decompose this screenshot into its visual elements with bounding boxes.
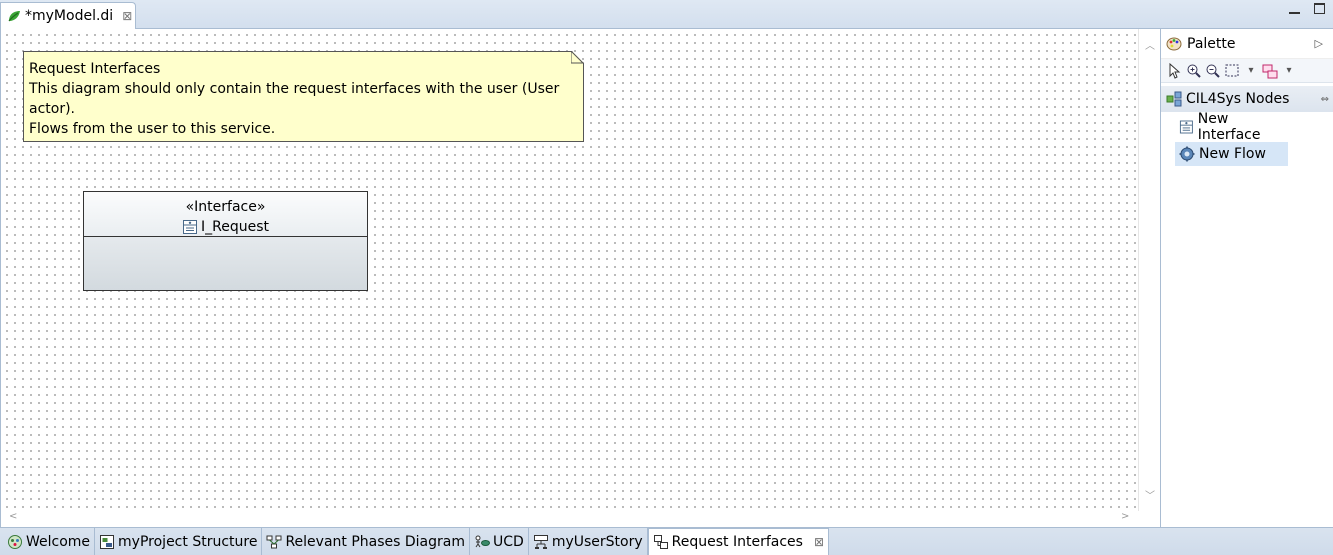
- marquee-select-icon[interactable]: [1224, 63, 1240, 79]
- collapse-triangle-icon[interactable]: ▷: [1315, 37, 1323, 50]
- comment-note[interactable]: Request Interfaces This diagram should o…: [23, 51, 584, 142]
- palette-panel: Palette ▷ ▾ ▾ CIL4Sys Nodes ⇔ New Interf…: [1160, 29, 1333, 527]
- scroll-corner: [1138, 511, 1160, 527]
- note-line-2: Flows from the user to this service.: [29, 121, 276, 137]
- structure-icon: [100, 534, 115, 549]
- tab-label: myUserStory: [551, 533, 643, 550]
- interface-node[interactable]: «Interface» I_Request: [83, 191, 368, 291]
- scroll-down-icon[interactable]: ﹀: [1145, 487, 1155, 502]
- phases-icon: [266, 535, 282, 548]
- tab-relevant-phases-diagram[interactable]: Relevant Phases Diagram: [262, 528, 470, 555]
- palette-title: Palette: [1187, 35, 1236, 52]
- tab-label: myProject Structure: [118, 533, 258, 550]
- palette-entry-new-interface[interactable]: New Interface: [1175, 111, 1288, 143]
- maximize-icon[interactable]: [1314, 3, 1325, 14]
- welcome-icon: [8, 534, 22, 549]
- interface-icon: [1179, 120, 1193, 134]
- palette-entry-label: New Flow: [1199, 146, 1266, 162]
- usecase-icon: [475, 535, 490, 547]
- tab-request-interfaces[interactable]: Request Interfaces ⊠: [647, 528, 829, 555]
- interface-name: I_Request: [201, 219, 269, 235]
- zoom-out-icon[interactable]: [1205, 63, 1221, 79]
- note-fold-corner: [571, 51, 584, 64]
- dropdown-arrow-icon[interactable]: ▾: [1281, 63, 1297, 79]
- interface-icon: [183, 220, 197, 234]
- note-line-1: This diagram should only contain the req…: [29, 81, 560, 117]
- palette-header[interactable]: Palette ▷: [1161, 29, 1333, 59]
- vertical-scrollbar[interactable]: ︿ ﹀: [1138, 29, 1160, 511]
- scroll-left-icon[interactable]: <: [9, 511, 17, 522]
- tab-label: UCD: [493, 533, 524, 550]
- palette-toolbar: ▾ ▾: [1161, 59, 1333, 83]
- tab-ucd[interactable]: UCD: [470, 528, 529, 555]
- select-arrow-icon[interactable]: [1167, 62, 1183, 79]
- palette-entry-new-flow[interactable]: New Flow: [1175, 142, 1288, 166]
- dropdown-arrow-icon[interactable]: ▾: [1243, 63, 1259, 79]
- interface-name-row: I_Request: [182, 217, 269, 237]
- zoom-in-icon[interactable]: [1186, 63, 1202, 79]
- window-controls: [1289, 3, 1325, 14]
- scroll-up-icon[interactable]: ︿: [1145, 37, 1155, 52]
- close-icon[interactable]: ⊠: [122, 9, 132, 23]
- tab-label: Request Interfaces: [671, 534, 803, 550]
- note-title: Request Interfaces: [29, 61, 161, 77]
- palette-drawer-cil4sys-nodes[interactable]: CIL4Sys Nodes ⇔: [1161, 86, 1333, 112]
- editor-tab-label: *myModel.di: [25, 8, 114, 24]
- scroll-right-icon[interactable]: >: [1121, 511, 1129, 522]
- editor-tab-mymodel[interactable]: *myModel.di ⊠: [0, 2, 136, 29]
- tab-label: Relevant Phases Diagram: [285, 533, 465, 550]
- drawer-label: CIL4Sys Nodes: [1186, 91, 1290, 107]
- pin-icon[interactable]: ⇔: [1321, 94, 1329, 105]
- flow-gear-icon: [1179, 146, 1195, 162]
- palette-icon: [1166, 37, 1182, 50]
- tab-welcome[interactable]: Welcome: [3, 528, 96, 555]
- tab-myuserstory[interactable]: myUserStory: [529, 528, 648, 555]
- palette-entry-label: New Interface: [1197, 111, 1261, 143]
- connection-tool-icon[interactable]: [1262, 63, 1278, 79]
- tab-myproject-structure[interactable]: myProject Structure: [95, 528, 263, 555]
- tab-label: Welcome: [26, 533, 91, 550]
- minimize-icon[interactable]: [1289, 3, 1300, 14]
- horizontal-scrollbar[interactable]: < >: [0, 511, 1138, 527]
- userstory-icon: [533, 534, 548, 549]
- papyrus-leaf-icon: [8, 11, 20, 22]
- drawer-nodes-icon: [1166, 91, 1182, 107]
- interface-stereotype: «Interface»: [185, 199, 266, 215]
- diagram-tab-bar: Welcome myProject Structure Relevant Pha…: [0, 527, 1333, 555]
- editor-tab-bar: *myModel.di ⊠: [0, 0, 1333, 29]
- request-interfaces-icon: [653, 535, 668, 549]
- interface-header: «Interface» I_Request: [84, 192, 367, 237]
- close-icon[interactable]: ⊠: [814, 535, 824, 549]
